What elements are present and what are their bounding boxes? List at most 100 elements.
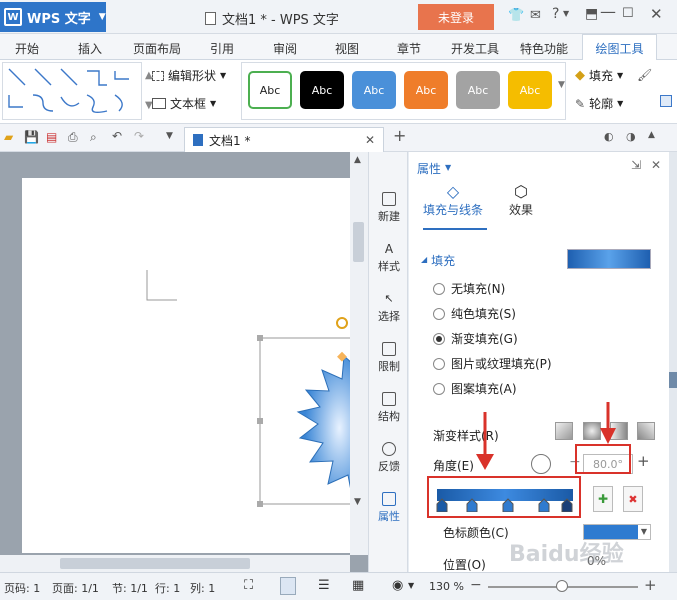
radio-pattern-fill[interactable]: 图案填充(A) xyxy=(433,380,517,397)
tab-sections[interactable]: 章节 xyxy=(397,40,421,57)
toolbar-right-icon-1[interactable]: ◐ xyxy=(604,130,614,143)
angle-increment-button[interactable]: + xyxy=(637,452,650,470)
print-icon[interactable]: ⎙ xyxy=(68,130,78,145)
undo-icon[interactable]: ↶ xyxy=(112,129,122,143)
pin-icon[interactable]: ⇲ xyxy=(631,158,641,172)
help-icon[interactable]: ? xyxy=(552,6,559,22)
angle-dial[interactable] xyxy=(531,454,551,474)
radio-dot[interactable] xyxy=(433,382,445,395)
redo-icon[interactable]: ↷ xyxy=(134,129,144,143)
chevron-down-icon[interactable]: ▼ xyxy=(408,581,414,590)
tshirt-icon[interactable]: 👕 xyxy=(508,8,524,23)
collapse-panel-handle[interactable] xyxy=(669,372,677,388)
add-stop-button[interactable]: ✚ xyxy=(593,486,613,512)
scroll-up-icon[interactable]: ▲ xyxy=(354,155,361,165)
tab-special[interactable]: 特色功能 xyxy=(520,40,568,57)
sidebar-item-restrict[interactable]: 限制 xyxy=(369,342,409,374)
login-button[interactable]: 未登录 xyxy=(418,4,494,30)
fill-preview-swatch[interactable] xyxy=(567,249,651,269)
format-painter-icon[interactable]: 🖌 xyxy=(637,68,652,82)
style-yellow[interactable]: Abc xyxy=(508,71,552,109)
style-black[interactable]: Abc xyxy=(300,71,344,109)
style-orange[interactable]: Abc xyxy=(404,71,448,109)
style-gray[interactable]: Abc xyxy=(456,71,500,109)
tab-developer[interactable]: 开发工具 xyxy=(451,40,499,57)
maximize-icon[interactable]: ☐ xyxy=(622,6,634,21)
fullscreen-icon[interactable]: ⛶ xyxy=(244,578,253,593)
radio-no-fill[interactable]: 无填充(N) xyxy=(433,280,505,297)
zoom-out-icon[interactable]: − xyxy=(470,577,482,593)
web-view-icon[interactable]: ▦ xyxy=(352,578,364,593)
minimize-icon[interactable]: — xyxy=(600,2,616,21)
horizontal-scrollbar[interactable] xyxy=(0,555,350,572)
save-icon[interactable]: 💾 xyxy=(24,130,39,144)
sidebar-item-new[interactable]: 新建 xyxy=(369,192,409,224)
export-pdf-icon[interactable]: ▤ xyxy=(46,130,57,144)
tab-view[interactable]: 视图 xyxy=(335,40,359,57)
style-outline-green[interactable]: Abc xyxy=(248,71,292,109)
connector-shapes-icon[interactable] xyxy=(3,63,141,119)
zoom-in-icon[interactable]: + xyxy=(644,576,657,594)
outline-view-icon[interactable]: ☰ xyxy=(318,578,330,593)
tab-home[interactable]: 开始 xyxy=(15,40,39,57)
shapes-gallery[interactable] xyxy=(2,62,142,120)
close-tab-icon[interactable]: ✕ xyxy=(365,133,375,147)
sidebar-item-select[interactable]: ↖ 选择 xyxy=(369,292,409,324)
outline-button[interactable]: ✎ 轮廓 ▼ xyxy=(575,95,623,112)
document-page[interactable] xyxy=(22,178,367,553)
vertical-scrollbar[interactable]: ▲ ▼ xyxy=(350,152,368,555)
panel-header[interactable]: 属性 ▼ xyxy=(417,160,451,177)
chat-icon[interactable]: ✉ xyxy=(530,8,541,23)
app-menu-button[interactable]: W WPS 文字 ▼ xyxy=(0,2,106,32)
vertical-scroll-thumb[interactable] xyxy=(353,222,364,262)
scroll-down-icon[interactable]: ▼ xyxy=(354,497,361,507)
close-icon[interactable]: ✕ xyxy=(650,5,663,23)
tab-review[interactable]: 审阅 xyxy=(273,40,297,57)
gradient-linear-button[interactable] xyxy=(555,422,573,440)
edit-shape-button[interactable]: 编辑形状 ▼ xyxy=(152,67,226,84)
styles-more-icon[interactable]: ▼ xyxy=(558,80,565,90)
open-folder-icon[interactable]: ▰ xyxy=(4,130,13,144)
zoom-level[interactable]: 130 % xyxy=(429,580,464,593)
textbox-button[interactable]: 文本框 ▼ xyxy=(152,95,216,112)
fill-button[interactable]: ◆ 填充 ▼ xyxy=(575,67,623,84)
fill-section-header[interactable]: ◢ 填充 xyxy=(421,252,455,269)
new-tab-icon[interactable]: + xyxy=(393,126,406,145)
sidebar-item-structure[interactable]: 结构 xyxy=(369,392,409,424)
print-preview-icon[interactable]: ⌕ xyxy=(90,130,97,145)
edit-shape-icon xyxy=(152,70,164,81)
tab-references[interactable]: 引用 xyxy=(210,40,234,57)
eye-protection-icon[interactable]: ◉ xyxy=(392,578,403,593)
page-view-icon[interactable] xyxy=(280,577,296,595)
toolbar-collapse-icon[interactable]: ▲ xyxy=(648,130,655,140)
style-blue[interactable]: Abc xyxy=(352,71,396,109)
zoom-slider-thumb[interactable] xyxy=(556,580,568,592)
radio-gradient-fill[interactable]: 渐变填充(G) xyxy=(433,330,518,347)
sidebar-item-feedback[interactable]: 反馈 xyxy=(369,442,409,474)
tab-drawing-tools[interactable]: 绘图工具 xyxy=(582,34,657,61)
document-tab[interactable]: 文档1 * ✕ xyxy=(184,127,384,152)
radio-dot-selected[interactable] xyxy=(433,332,445,345)
help-chevron-icon[interactable]: ▼ xyxy=(563,9,569,18)
remove-stop-button[interactable]: ✖ xyxy=(623,486,643,512)
tab-fill-and-line[interactable]: ◇ 填充与线条 xyxy=(423,182,483,218)
sidebar-item-properties[interactable]: 属性 xyxy=(369,492,409,524)
radio-dot[interactable] xyxy=(433,307,445,320)
restore-panel-icon[interactable]: ⬒ xyxy=(585,6,598,22)
radio-dot[interactable] xyxy=(433,357,445,370)
gradient-path-button[interactable] xyxy=(637,422,655,440)
status-column: 列: 1 xyxy=(190,582,216,595)
radio-solid-fill[interactable]: 纯色填充(S) xyxy=(433,305,516,322)
tab-effects[interactable]: ⬡ 效果 xyxy=(501,182,541,218)
radio-picture-fill[interactable]: 图片或纹理填充(P) xyxy=(433,355,552,372)
sidebar-item-styles[interactable]: A 样式 xyxy=(369,242,409,274)
properties-icon xyxy=(382,492,396,506)
shape-effects-icon[interactable] xyxy=(660,95,672,107)
radio-dot[interactable] xyxy=(433,282,445,295)
tab-insert[interactable]: 插入 xyxy=(78,40,102,57)
toolbar-more-icon[interactable]: ▼ xyxy=(166,131,173,141)
toolbar-right-icon-2[interactable]: ◑ xyxy=(626,130,636,143)
horizontal-scroll-thumb[interactable] xyxy=(60,558,250,569)
tab-layout[interactable]: 页面布局 xyxy=(133,40,181,57)
close-panel-icon[interactable]: ✕ xyxy=(651,158,661,172)
